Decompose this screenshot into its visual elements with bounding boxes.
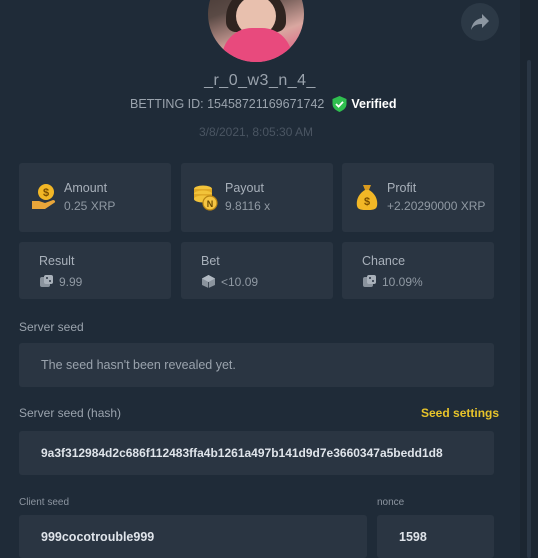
chance-value: 10.09% <box>382 275 423 289</box>
nonce-label: nonce <box>377 497 405 508</box>
bet-details-panel: _r_0_w3_n_4_ BETTING ID: 154587211696717… <box>0 0 520 558</box>
client-seed-field[interactable]: 999cocotrouble999 <box>19 515 367 558</box>
payout-value: 9.8116 x <box>225 199 271 213</box>
payout-card: N Payout 9.8116 x <box>181 163 333 232</box>
profit-label: Profit <box>387 181 417 195</box>
avatar-shirt <box>222 28 292 62</box>
amount-card: $ Amount 0.25 XRP <box>19 163 171 232</box>
bet-value: <10.09 <box>221 275 259 289</box>
money-bag-hand-icon: $ <box>32 184 56 209</box>
chance-label: Chance <box>362 254 406 268</box>
user-avatar[interactable] <box>208 0 304 62</box>
money-sack-icon: $ <box>356 185 378 210</box>
amount-label: Amount <box>64 181 108 195</box>
seed-settings-link[interactable]: Seed settings <box>421 406 499 420</box>
share-button[interactable] <box>461 3 499 41</box>
payout-label: Payout <box>225 181 264 195</box>
username: _r_0_w3_n_4_ <box>204 72 316 89</box>
verified-shield-icon <box>332 96 347 112</box>
server-seed-label: Server seed <box>19 320 84 334</box>
verified-label: Verified <box>351 97 397 111</box>
coin-stack-icon: N <box>194 185 218 211</box>
server-seed-hash-field[interactable]: 9a3f312984d2c686f112483ffa4b1261a497b141… <box>19 431 494 475</box>
amount-value: 0.25 XRP <box>64 199 116 213</box>
result-value: 9.99 <box>59 275 83 289</box>
result-label: Result <box>39 254 75 268</box>
bet-label: Bet <box>201 254 220 268</box>
profit-card: $ Profit +2.20290000 XRP <box>342 163 494 232</box>
scrollbar[interactable] <box>527 60 531 558</box>
svg-text:N: N <box>207 199 214 209</box>
server-seed-field: The seed hasn't been revealed yet. <box>19 343 494 387</box>
profit-value: +2.20290000 XRP <box>387 199 486 213</box>
verified-badge: Verified <box>332 96 397 112</box>
result-card: Result 9.99 <box>19 242 171 299</box>
svg-text:$: $ <box>43 187 49 199</box>
bet-card: Bet <10.09 <box>181 242 333 299</box>
svg-text:$: $ <box>364 196 370 208</box>
server-seed-hash-label: Server seed (hash) <box>19 406 122 420</box>
betting-id-line: BETTING ID: 15458721169671742 Verified <box>130 96 397 112</box>
server-seed-value: The seed hasn't been revealed yet. <box>41 358 236 372</box>
client-seed-value: 999cocotrouble999 <box>41 529 155 544</box>
share-icon <box>471 14 489 30</box>
cube-icon <box>202 275 215 288</box>
dice-icon <box>363 275 376 287</box>
betting-id: BETTING ID: 15458721169671742 <box>130 97 325 111</box>
nonce-value: 1598 <box>399 529 427 544</box>
client-seed-label: Client seed <box>19 497 70 508</box>
chance-card: Chance 10.09% <box>342 242 494 299</box>
nonce-field[interactable]: 1598 <box>377 515 494 558</box>
server-seed-hash-value: 9a3f312984d2c686f112483ffa4b1261a497b141… <box>41 446 443 460</box>
bet-timestamp: 3/8/2021, 8:05:30 AM <box>198 125 314 139</box>
dice-icon <box>40 275 53 287</box>
